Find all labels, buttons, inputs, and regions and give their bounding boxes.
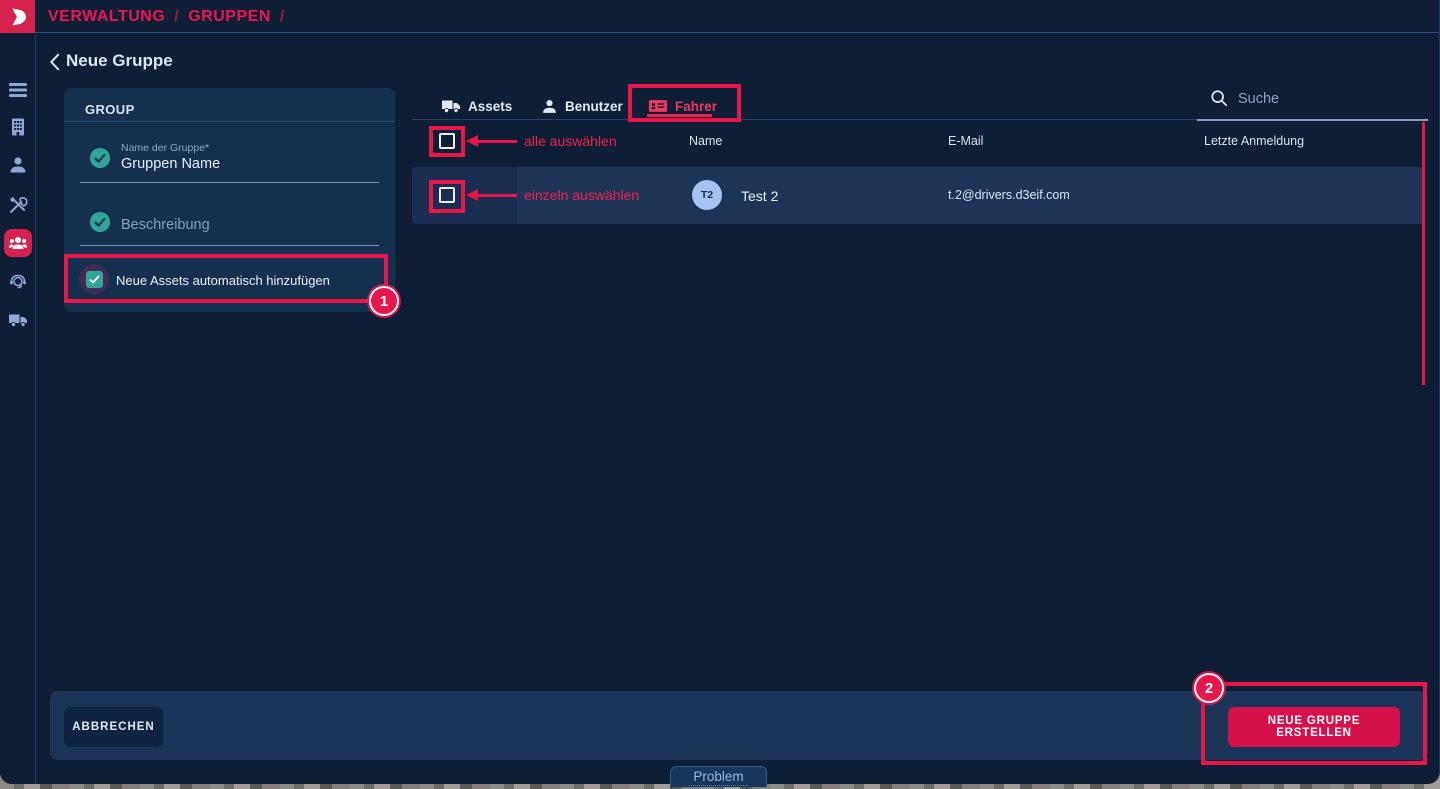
search-input[interactable] <box>1238 88 1408 110</box>
building-icon[interactable] <box>8 117 28 137</box>
annotation-box-select-single <box>429 180 465 213</box>
driver-icon[interactable] <box>8 272 28 292</box>
description-input[interactable]: Beschreibung <box>121 217 210 233</box>
row-email: t.2@drivers.d3eif.com <box>948 188 1070 202</box>
tab-benutzer[interactable]: Benutzer <box>541 94 623 118</box>
app-window: VERWALTUNG / GRUPPEN / <box>0 0 1440 784</box>
input-underline <box>80 245 379 246</box>
sidebar-item-groups-active[interactable] <box>4 229 32 257</box>
cancel-button[interactable]: ABBRECHEN <box>64 707 163 747</box>
annotation-select-single-label: einzeln auswählen <box>524 187 639 203</box>
annotation-arrow-line <box>477 194 517 197</box>
user-icon[interactable] <box>8 155 28 175</box>
feedback-tab[interactable]: Problem <box>670 766 767 787</box>
annotation-box-create-button <box>1201 682 1427 765</box>
annotation-box-select-all <box>429 126 465 157</box>
back-chevron-icon[interactable] <box>46 52 64 72</box>
breadcrumb-separator: / <box>174 8 179 26</box>
divider <box>412 119 1197 120</box>
desktop-background: VERWALTUNG / GRUPPEN / <box>0 0 1440 789</box>
feedback-tab-label: Problem <box>689 769 747 786</box>
valid-check-icon <box>90 148 110 168</box>
annotation-box-auto-add <box>64 254 388 303</box>
row-name: Test 2 <box>741 188 778 204</box>
column-header-email[interactable]: E-Mail <box>948 134 983 148</box>
input-underline <box>80 182 379 183</box>
valid-check-icon <box>90 212 110 232</box>
annotation-marker-2: 2 <box>1194 673 1224 703</box>
topbar: VERWALTUNG / GRUPPEN / <box>0 0 1440 33</box>
truck-icon[interactable] <box>8 310 28 330</box>
menu-icon[interactable] <box>8 80 28 100</box>
tools-icon[interactable] <box>8 195 28 215</box>
search-icon[interactable] <box>1210 89 1228 107</box>
annotation-box-fahrer-tab <box>628 84 741 122</box>
annotation-arrow-line <box>477 140 517 143</box>
annotation-vertical-line <box>1422 122 1425 385</box>
annotation-select-all-label: alle auswählen <box>524 133 617 149</box>
avatar: T2 <box>692 180 722 210</box>
app-logo[interactable] <box>0 0 35 33</box>
groups-icon <box>8 233 28 253</box>
group-name-input[interactable]: Gruppen Name <box>121 156 220 172</box>
tab-benutzer-label: Benutzer <box>565 99 623 114</box>
column-header-last-login[interactable]: Letzte Anmeldung <box>1204 134 1304 148</box>
group-name-label: Name der Gruppe* <box>121 142 209 154</box>
tab-assets[interactable]: Assets <box>441 94 512 118</box>
brand-logo-icon <box>6 5 30 29</box>
tab-assets-label: Assets <box>468 99 512 114</box>
divider <box>64 121 395 122</box>
breadcrumb-separator: / <box>280 8 285 26</box>
breadcrumb-gruppen[interactable]: GRUPPEN <box>188 8 271 26</box>
page-title: Neue Gruppe <box>66 51 173 71</box>
group-panel-title: GROUP <box>85 102 135 117</box>
annotation-marker-1: 1 <box>369 286 399 316</box>
breadcrumb-verwaltung[interactable]: VERWALTUNG <box>48 8 165 26</box>
sidebar <box>0 34 36 784</box>
breadcrumb: VERWALTUNG / GRUPPEN / <box>48 0 285 33</box>
column-header-name[interactable]: Name <box>689 134 722 148</box>
user-icon <box>541 98 558 115</box>
truck-icon <box>441 96 461 116</box>
search-underline <box>1197 119 1428 121</box>
